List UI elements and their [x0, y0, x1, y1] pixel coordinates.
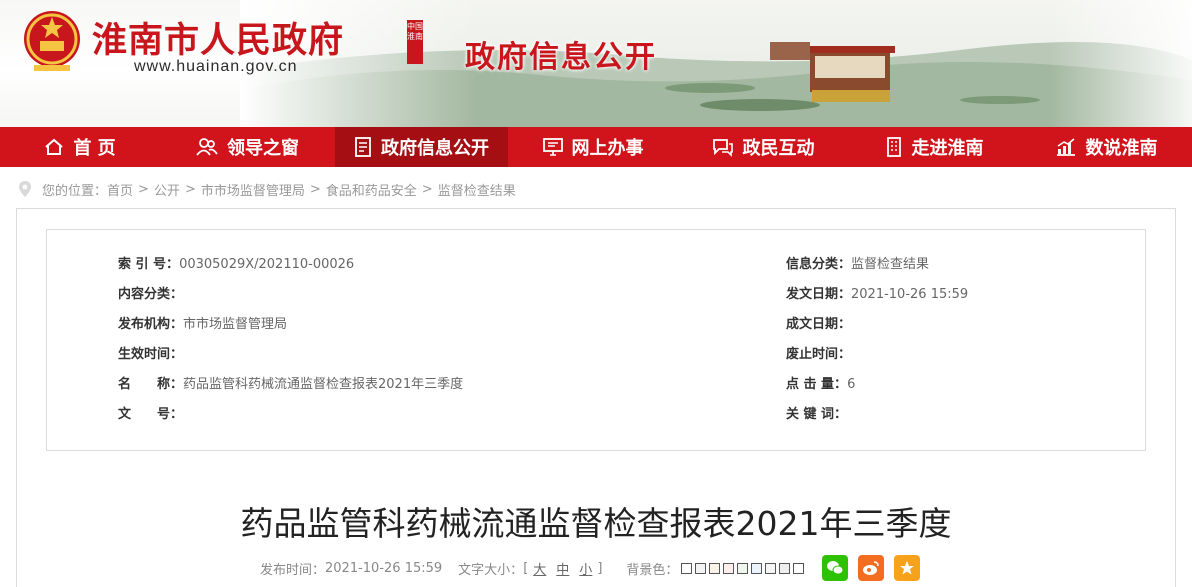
- meta-label: 点 击 量：: [786, 377, 848, 392]
- breadcrumb-prefix: 您的位置：: [42, 183, 108, 199]
- monitor-icon: [542, 138, 563, 156]
- publish-time-label: 发布时间：: [260, 562, 326, 578]
- meta-content-type-row: 内容分类：: [118, 285, 183, 305]
- bg-color-swatch[interactable]: [695, 562, 707, 574]
- meta-doc-no-row: 文 号：: [118, 405, 183, 425]
- nav-item-online-services[interactable]: 网上办事: [508, 127, 678, 167]
- meta-value: 药品监管科药械流通监督检查报表2021年三季度: [183, 377, 464, 392]
- meta-publish-date-row: 发文日期：2021-10-26 15:59: [786, 285, 968, 305]
- section-title: 政府信息公开: [465, 40, 657, 75]
- meta-keywords-row: 关 键 词：: [786, 405, 847, 425]
- meta-clicks-row: 点 击 量：6: [786, 375, 855, 395]
- bg-color-swatch[interactable]: [765, 562, 777, 574]
- favorite-icon[interactable]: [894, 555, 921, 581]
- nav-label: 政民互动: [742, 138, 815, 159]
- meta-label: 关 键 词：: [786, 407, 848, 422]
- meta-label: 发布机构：: [118, 317, 184, 332]
- site-title[interactable]: 淮南市人民政府: [92, 12, 344, 63]
- nav-label: 领导之窗: [227, 138, 299, 159]
- nav-label: 政府信息公开: [381, 138, 489, 159]
- meta-index-row: 索 引 号：00305029X/202110-00026: [118, 255, 354, 275]
- bg-color-swatch[interactable]: [779, 562, 791, 574]
- nav-label: 数说淮南: [1085, 138, 1158, 159]
- breadcrumb-separator: >: [138, 181, 149, 197]
- meta-label: 索 引 号：: [118, 257, 180, 272]
- meta-created-date-row: 成文日期：: [786, 315, 851, 335]
- meta-label: 废止时间：: [786, 347, 852, 362]
- breadcrumb-item-home[interactable]: 首页: [107, 180, 133, 199]
- bg-color-label: 背景色：: [626, 562, 679, 578]
- nav-item-home[interactable]: 首 页: [0, 127, 160, 167]
- meta-value: 00305029X/202110-00026: [179, 257, 355, 272]
- people-icon: [196, 138, 218, 156]
- font-size-medium-button[interactable]: 中: [556, 559, 569, 578]
- document-icon: [355, 137, 371, 157]
- breadcrumb-item-disclosure[interactable]: 公开: [154, 180, 180, 199]
- nav-item-interaction[interactable]: 政民互动: [678, 127, 848, 167]
- site-url[interactable]: www.huainan.gov.cn: [134, 58, 298, 76]
- bg-color-swatch[interactable]: [793, 562, 805, 574]
- font-size-large-button[interactable]: 大: [533, 559, 546, 578]
- breadcrumb-separator: >: [184, 181, 196, 197]
- meta-label: 内容分类：: [118, 287, 184, 302]
- meta-name-row: 名 称：药品监管科药械流通监督检查报表2021年三季度: [118, 375, 463, 395]
- breadcrumb-separator: >: [421, 181, 433, 197]
- home-icon: [45, 138, 64, 155]
- bg-color-swatches: [678, 562, 805, 574]
- meta-label: 发文日期：: [786, 287, 852, 302]
- nav-label: 走进淮南: [911, 138, 984, 159]
- nav-item-leaders[interactable]: 领导之窗: [160, 127, 335, 167]
- meta-value: 2021-10-26 15:59: [851, 287, 969, 302]
- building-icon: [886, 137, 901, 157]
- chat-icon: [712, 139, 733, 157]
- meta-issuer-row: 发布机构：市市场监督管理局: [118, 315, 287, 335]
- font-size-label: 文字大小：: [458, 562, 524, 578]
- font-size-small-button[interactable]: 小: [579, 559, 592, 578]
- meta-label: 文 号：: [118, 407, 184, 422]
- meta-category-row: 信息分类：监督检查结果: [786, 255, 929, 275]
- wechat-share-icon[interactable]: [822, 555, 849, 581]
- font-size-bracket: ]: [597, 560, 603, 576]
- meta-label: 信息分类：: [786, 257, 852, 272]
- meta-label: 名 称：: [118, 377, 184, 392]
- nav-label: 网上办事: [571, 138, 644, 159]
- nav-label: 首 页: [73, 138, 116, 159]
- bg-color-swatch[interactable]: [681, 562, 693, 574]
- site-header: 淮南市人民政府 www.huainan.gov.cn 中国淮南 政府信息公开: [0, 0, 1192, 127]
- breadcrumb-separator: >: [309, 181, 321, 197]
- breadcrumb-item-inspection-results[interactable]: 监督检查结果: [438, 180, 516, 199]
- weibo-share-icon[interactable]: [858, 555, 885, 581]
- article-title: 药品监管科药械流通监督检查报表2021年三季度: [240, 504, 952, 543]
- breadcrumb-item-food-drug[interactable]: 食品和药品安全: [326, 180, 417, 199]
- chart-icon: [1056, 138, 1075, 156]
- breadcrumb: 您的位置： 首页 > 公开 > 市市场监督管理局 > 食品和药品安全 > 监督检…: [18, 178, 516, 200]
- meta-value: 监督检查结果: [851, 257, 930, 272]
- meta-value: 市市场监督管理局: [183, 317, 288, 332]
- nav-item-statistics[interactable]: 数说淮南: [1020, 127, 1192, 167]
- nav-item-about-city[interactable]: 走进淮南: [848, 127, 1020, 167]
- main-nav: 首 页 领导之窗 政府信息公开 网上办事 政民互动 走进淮南 数说淮南: [0, 127, 1192, 167]
- meta-label: 成文日期：: [786, 317, 852, 332]
- meta-abolished-row: 废止时间：: [786, 345, 851, 365]
- bg-color-swatch[interactable]: [709, 562, 721, 574]
- lake-scenery-banner: [240, 0, 1192, 127]
- bg-color-swatch[interactable]: [723, 562, 735, 574]
- publish-time: 2021-10-26 15:59: [325, 560, 443, 576]
- article-info-bar: 发布时间： 2021-10-26 15:59 文字大小： [ 大 中 小 ] 背…: [260, 555, 921, 581]
- bg-color-swatch[interactable]: [737, 562, 749, 574]
- location-pin-icon: [19, 181, 31, 197]
- national-emblem-icon: [24, 11, 80, 71]
- bg-color-swatch[interactable]: [751, 562, 763, 574]
- meta-effective-row: 生效时间：: [118, 345, 183, 365]
- font-size-bracket: [: [523, 560, 529, 576]
- meta-label: 生效时间：: [118, 347, 184, 362]
- meta-value: 6: [847, 377, 856, 392]
- breadcrumb-item-bureau[interactable]: 市市场监督管理局: [201, 180, 305, 199]
- city-seal: 中国淮南: [407, 20, 423, 64]
- nav-item-info-disclosure[interactable]: 政府信息公开: [335, 127, 508, 167]
